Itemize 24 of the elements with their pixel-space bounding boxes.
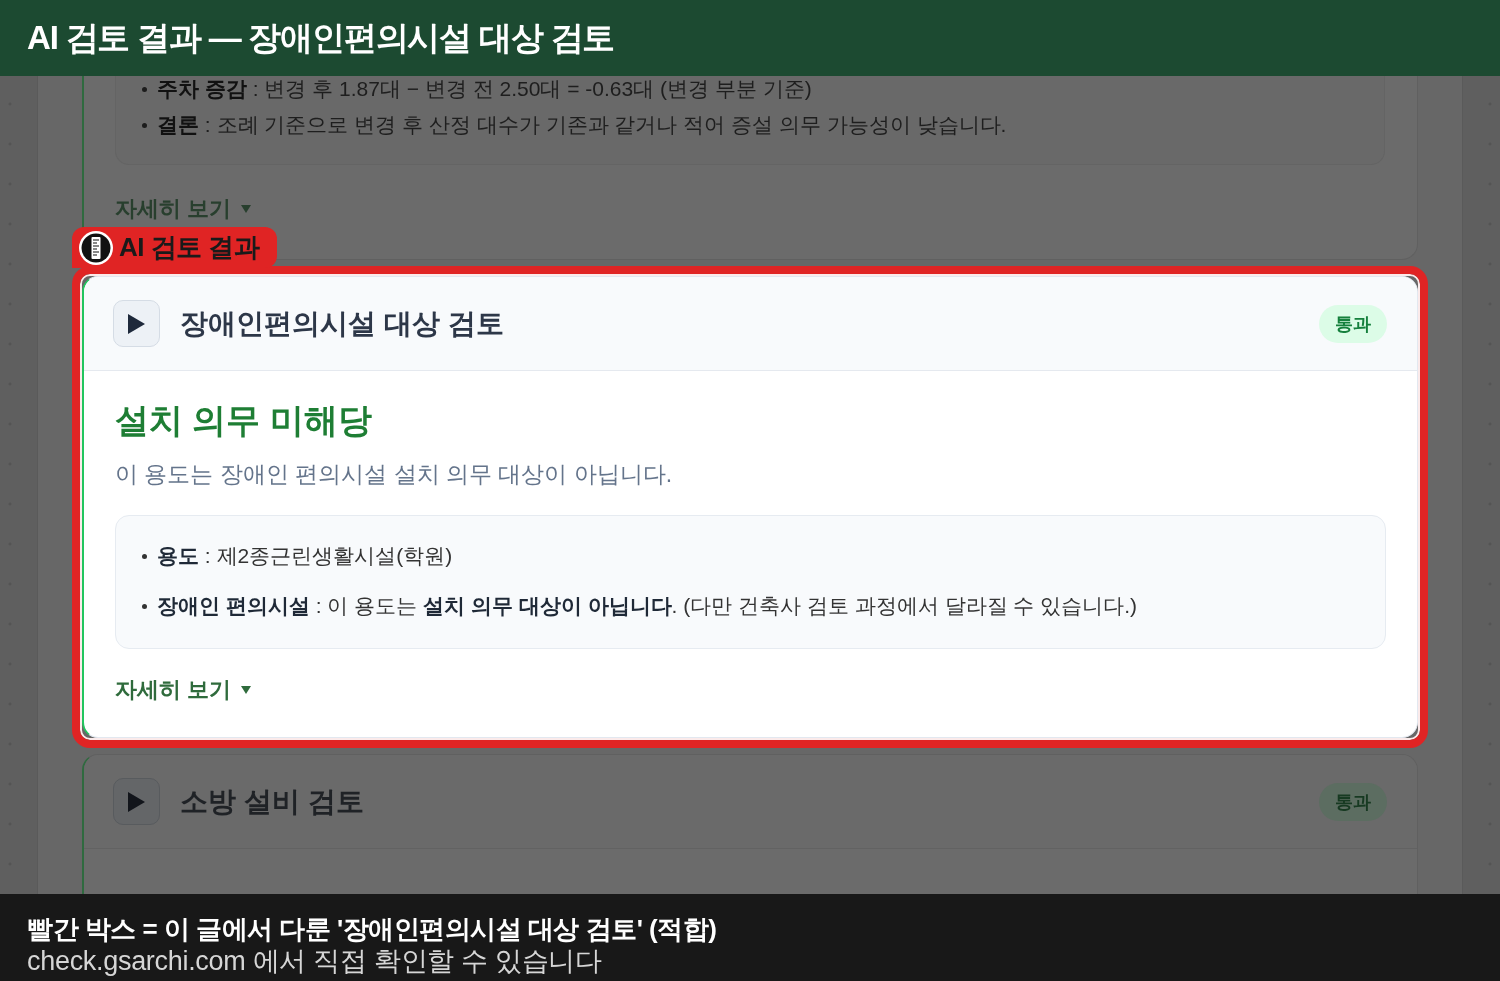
play-icon [128, 313, 145, 334]
caption-note: check.gsarchi.com 에서 직접 확인할 수 있습니다 [27, 945, 602, 977]
bullet-text: 용도 : 제2종근린생활시설(학원) [157, 543, 453, 569]
caption-title: 빨간 박스 = 이 글에서 다룬 '장애인편의시설 대상 검토' (적합) [27, 913, 717, 945]
caret-icon [241, 686, 252, 694]
details-toggle[interactable]: 자세히 보기 [115, 676, 252, 704]
result-heading: 설치 의무 미해당 [115, 400, 372, 441]
highlight-label: AI 검토 결과 [119, 231, 260, 264]
card-title: 소방 설비 검토 [180, 784, 364, 819]
bullet-icon [142, 86, 147, 92]
page-title: AI 검토 결과 — 장애인편의시설 대상 검토 [27, 17, 615, 58]
bullet-text: 장애인 편의시설 : 이 용도는 설치 의무 대상이 아닙니다. (다만 건축사 검토 과정에서 달라질 수 있습니다.) [157, 593, 1138, 619]
bullet-icon [142, 603, 147, 609]
bullet-icon [142, 122, 147, 128]
status-badge: 통과 [1319, 304, 1387, 343]
ruler-icon [79, 230, 113, 265]
bullet-text: 주차 증감 : 변경 후 1.87대 − 변경 전 2.50대 = -0.63대 (변경 부분 기준) [157, 76, 812, 102]
status-badge: 통과 [1319, 782, 1387, 821]
card-title: 장애인편의시설 대상 검토 [180, 306, 504, 341]
bullet-text: 결론 : 조례 기준으로 변경 후 산정 대수가 기존과 같거나 적어 증설 의무 가능성이 낮습니다. [157, 112, 1007, 138]
result-summary: 이 용도는 장애인 편의시설 설치 의무 대상이 아닙니다. [115, 460, 673, 489]
caret-icon [241, 205, 252, 213]
bullet-icon [142, 553, 147, 559]
play-icon [128, 791, 145, 812]
